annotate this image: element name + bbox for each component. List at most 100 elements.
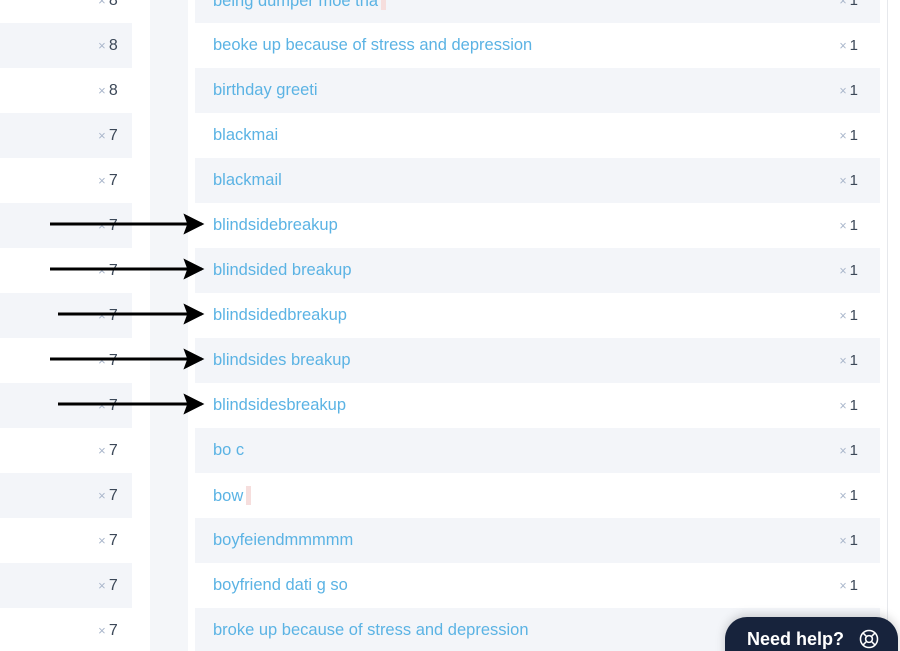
search-term-row[interactable]: being dumper moe tha × 1 xyxy=(195,0,880,23)
multiplier-symbol: × xyxy=(98,487,106,503)
search-term-link[interactable]: birthday greeti xyxy=(213,81,318,100)
search-term-row[interactable]: birthday greeti × 1 xyxy=(195,68,880,113)
search-term-row[interactable]: blindsidesbreakup × 1 xyxy=(195,383,880,428)
trailing-space-highlight xyxy=(381,0,387,10)
search-term-row[interactable]: blindsidebreakup × 1 xyxy=(195,203,880,248)
search-term-link[interactable]: blackmai xyxy=(213,126,278,145)
search-term-link[interactable]: blindsidedbreakup xyxy=(213,306,347,325)
count-row: × 7 xyxy=(0,113,132,158)
multiplier-symbol: × xyxy=(98,532,106,548)
multiplier-symbol: × xyxy=(839,309,847,323)
term-count-value: ×1 xyxy=(839,307,858,324)
count-value: × 8 xyxy=(98,0,118,10)
count-value: × 7 xyxy=(98,532,118,550)
search-term-row[interactable]: boyfriend dati g so × 1 xyxy=(195,563,880,608)
search-term-row[interactable]: blindsided breakup × 1 xyxy=(195,248,880,293)
search-term-link[interactable]: blindsidebreakup xyxy=(213,216,338,235)
vertical-scrollbar[interactable] xyxy=(887,0,900,651)
multiplier-symbol: × xyxy=(839,579,847,593)
search-term-link[interactable]: bow xyxy=(213,485,252,506)
count-number: 7 xyxy=(108,441,118,459)
count-value: × 7 xyxy=(98,352,118,370)
multiplier-symbol: × xyxy=(98,172,106,188)
search-term-text: bow xyxy=(213,486,244,505)
term-count-number: 1 xyxy=(849,37,858,54)
multiplier-symbol: × xyxy=(839,354,847,368)
search-term-link[interactable]: blindsidesbreakup xyxy=(213,396,346,415)
trailing-space-highlight xyxy=(246,485,252,505)
multiplier-symbol: × xyxy=(98,0,106,8)
search-term-row[interactable]: boyfeiendmmmmm × 1 xyxy=(195,518,880,563)
count-row: × 7 xyxy=(0,428,132,473)
search-term-link[interactable]: boyfriend dati g so xyxy=(213,576,348,595)
count-number: 7 xyxy=(108,486,118,504)
count-value: × 7 xyxy=(98,307,118,325)
count-row: × 7 xyxy=(0,248,132,293)
multiplier-symbol: × xyxy=(839,264,847,278)
multiplier-symbol: × xyxy=(839,399,847,413)
count-number: 7 xyxy=(108,216,118,234)
count-number: 7 xyxy=(108,351,118,369)
term-count-number: 1 xyxy=(849,127,858,144)
count-row: × 8 xyxy=(0,68,132,113)
count-value: × 7 xyxy=(98,127,118,145)
multiplier-symbol: × xyxy=(98,82,106,98)
search-term-text: birthday greeti xyxy=(213,81,318,99)
count-number: 7 xyxy=(108,621,118,639)
term-count-number: 1 xyxy=(849,487,858,504)
count-number: 8 xyxy=(108,0,118,9)
multiplier-symbol: × xyxy=(98,262,106,278)
search-term-row[interactable]: beoke up because of stress and depressio… xyxy=(195,23,880,68)
search-term-row[interactable]: blindsides breakup × 1 xyxy=(195,338,880,383)
term-count-number: 1 xyxy=(849,0,858,9)
search-term-link[interactable]: blackmail xyxy=(213,171,282,190)
search-term-row[interactable]: blindsidedbreakup × 1 xyxy=(195,293,880,338)
term-count-number: 1 xyxy=(849,577,858,594)
search-term-link[interactable]: being dumper moe tha xyxy=(213,0,387,11)
occurrence-count-column: × 8 × 8 × 8 × 7 × 7 × 7 × 7 × 7 × 7 × 7 × 7 × 7 × 7 × 7 × 7 xyxy=(0,0,132,651)
search-terms-list: being dumper moe tha × 1 beoke up because o… xyxy=(195,0,880,651)
term-count-value: ×1 xyxy=(839,82,858,99)
count-row: × 8 xyxy=(0,23,132,68)
multiplier-symbol: × xyxy=(98,217,106,233)
term-count-number: 1 xyxy=(849,172,858,189)
search-term-text: blindsides breakup xyxy=(213,351,351,369)
term-count-value: ×1 xyxy=(839,0,858,9)
search-term-text: blackmail xyxy=(213,171,282,189)
term-count-value: ×1 xyxy=(839,262,858,279)
search-term-text: blackmai xyxy=(213,126,279,144)
count-row: × 7 xyxy=(0,383,132,428)
count-row: × 7 xyxy=(0,158,132,203)
need-help-button[interactable]: Need help? xyxy=(725,617,899,651)
search-term-text: beoke up because of stress and depressio… xyxy=(213,36,533,54)
search-term-link[interactable]: blindsided breakup xyxy=(213,261,352,280)
search-term-row[interactable]: bow × 1 xyxy=(195,473,880,518)
count-number: 8 xyxy=(108,36,118,54)
lifebuoy-icon xyxy=(858,628,880,650)
term-count-number: 1 xyxy=(849,352,858,369)
count-number: 7 xyxy=(108,531,118,549)
multiplier-symbol: × xyxy=(839,174,847,188)
term-count-number: 1 xyxy=(849,397,858,414)
search-term-text: blindsidedbreakup xyxy=(213,306,347,324)
multiplier-symbol: × xyxy=(839,84,847,98)
multiplier-symbol: × xyxy=(839,129,847,143)
search-term-row[interactable]: bo c × 1 xyxy=(195,428,880,473)
count-number: 7 xyxy=(108,171,118,189)
count-row: × 7 xyxy=(0,338,132,383)
search-term-text: boyfeiendmmmmm xyxy=(213,531,354,549)
search-term-link[interactable]: boyfeiendmmmmm xyxy=(213,531,353,550)
panel-divider-gutter xyxy=(150,0,188,651)
search-term-link[interactable]: beoke up because of stress and depressio… xyxy=(213,36,532,55)
multiplier-symbol: × xyxy=(839,219,847,233)
term-count-value: ×1 xyxy=(839,532,858,549)
term-count-value: ×1 xyxy=(839,397,858,414)
count-value: × 8 xyxy=(98,37,118,55)
search-term-link[interactable]: bo c xyxy=(213,441,244,460)
multiplier-symbol: × xyxy=(839,39,847,53)
search-term-row[interactable]: blackmai × 1 xyxy=(195,113,880,158)
search-term-link[interactable]: broke up because of stress and depressio… xyxy=(213,621,529,640)
search-term-link[interactable]: blindsides breakup xyxy=(213,351,351,370)
multiplier-symbol: × xyxy=(839,534,847,548)
search-term-row[interactable]: blackmail × 1 xyxy=(195,158,880,203)
